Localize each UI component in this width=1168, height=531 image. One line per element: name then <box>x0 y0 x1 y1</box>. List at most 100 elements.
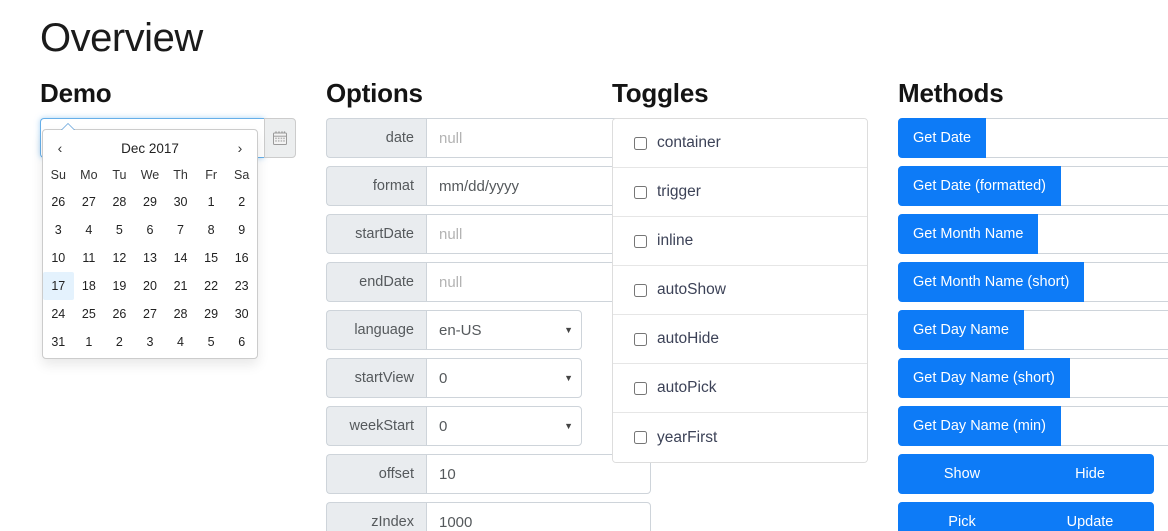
method-button[interactable]: Get Date (formatted) <box>898 166 1061 206</box>
method-output-field[interactable] <box>1023 310 1168 350</box>
datepicker-day[interactable]: 9 <box>226 216 257 244</box>
method-button-hide[interactable]: Hide <box>1026 454 1154 494</box>
toggle-label[interactable]: autoShow <box>657 281 726 299</box>
option-label: zIndex <box>326 502 426 531</box>
method-output-field[interactable] <box>1084 262 1168 302</box>
toggle-item-autoHide[interactable]: autoHide <box>613 315 867 364</box>
datepicker-day[interactable]: 3 <box>135 328 166 356</box>
weekday-header: Sa <box>234 168 250 182</box>
toggle-item-trigger[interactable]: trigger <box>613 168 867 217</box>
toggle-label[interactable]: autoHide <box>657 330 719 348</box>
datepicker-day[interactable]: 15 <box>196 244 227 272</box>
datepicker-day[interactable]: 28 <box>165 300 196 328</box>
datepicker-week-row: 3456789 <box>43 216 257 244</box>
option-label: date <box>326 118 426 158</box>
datepicker-day[interactable]: 3 <box>43 216 74 244</box>
datepicker-day[interactable]: 8 <box>196 216 227 244</box>
datepicker-day[interactable]: 16 <box>226 244 257 272</box>
option-label: weekStart <box>326 406 426 446</box>
weekday-header: Th <box>173 168 188 182</box>
datepicker-day[interactable]: 12 <box>104 244 135 272</box>
datepicker-title[interactable]: Dec 2017 <box>71 141 229 156</box>
next-month-icon[interactable]: › <box>229 140 251 156</box>
datepicker-day[interactable]: 7 <box>165 216 196 244</box>
datepicker-week-row: 26 27 28 29 30 1 2 <box>43 188 257 216</box>
datepicker-day[interactable]: 10 <box>43 244 74 272</box>
datepicker-day[interactable]: 2 <box>104 328 135 356</box>
datepicker-day[interactable]: 26 <box>43 188 74 216</box>
method-button[interactable]: Get Day Name (min) <box>898 406 1061 446</box>
datepicker-day[interactable]: 1 <box>196 188 227 216</box>
toggle-item-autoShow[interactable]: autoShow <box>613 266 867 315</box>
weekday-header: We <box>140 168 160 182</box>
datepicker-day[interactable]: 23 <box>226 272 257 300</box>
calendar-toggle-button[interactable] <box>264 118 296 158</box>
datepicker-day[interactable]: 28 <box>104 188 135 216</box>
datepicker-day-highlighted[interactable]: 17 <box>43 272 74 300</box>
datepicker-day[interactable]: 14 <box>165 244 196 272</box>
datepicker-day[interactable]: 25 <box>74 300 105 328</box>
method-button[interactable]: Get Day Name (short) <box>898 358 1070 398</box>
datepicker-day[interactable]: 18 <box>74 272 105 300</box>
datepicker-day[interactable]: 24 <box>43 300 74 328</box>
method-output-field[interactable] <box>1060 166 1168 206</box>
prev-month-icon[interactable]: ‹ <box>49 140 71 156</box>
toggle-checkbox-yearFirst[interactable] <box>634 431 647 444</box>
datepicker-day[interactable]: 30 <box>165 188 196 216</box>
datepicker-day[interactable]: 13 <box>135 244 166 272</box>
toggle-item-inline[interactable]: inline <box>613 217 867 266</box>
method-output-field[interactable] <box>1069 358 1168 398</box>
datepicker-day[interactable]: 6 <box>135 216 166 244</box>
datepicker-day[interactable]: 1 <box>74 328 105 356</box>
option-select-wrapper: en-US ▼ <box>426 310 582 350</box>
toggle-checkbox-trigger[interactable] <box>634 185 647 199</box>
datepicker-day[interactable]: 27 <box>74 188 105 216</box>
datepicker-day[interactable]: 31 <box>43 328 74 356</box>
method-button[interactable]: Get Month Name (short) <box>898 262 1085 302</box>
datepicker-day[interactable]: 29 <box>135 188 166 216</box>
datepicker-day[interactable]: 21 <box>165 272 196 300</box>
method-button-update[interactable]: Update <box>1026 502 1154 531</box>
datepicker-day[interactable]: 4 <box>74 216 105 244</box>
method-button-show[interactable]: Show <box>898 454 1026 494</box>
datepicker-day[interactable]: 26 <box>104 300 135 328</box>
datepicker-day[interactable]: 4 <box>165 328 196 356</box>
method-button[interactable]: Get Date <box>898 118 987 158</box>
datepicker-day[interactable]: 11 <box>74 244 105 272</box>
method-output-field[interactable] <box>1060 406 1168 446</box>
datepicker-day[interactable]: 19 <box>104 272 135 300</box>
toggle-checkbox-container[interactable] <box>634 136 647 150</box>
method-button[interactable]: Get Month Name <box>898 214 1039 254</box>
toggle-item-yearFirst[interactable]: yearFirst <box>613 413 867 462</box>
toggle-checkbox-inline[interactable] <box>634 234 647 248</box>
method-button-pick[interactable]: Pick <box>898 502 1026 531</box>
datepicker-day[interactable]: 5 <box>104 216 135 244</box>
datepicker-day[interactable]: 6 <box>226 328 257 356</box>
method-output-field[interactable] <box>1038 214 1168 254</box>
datepicker-day[interactable]: 5 <box>196 328 227 356</box>
datepicker-day[interactable]: 29 <box>196 300 227 328</box>
option-select-language[interactable]: en-US <box>426 310 582 350</box>
option-select-weekStart[interactable]: 0 <box>426 406 582 446</box>
toggle-checkbox-autoPick[interactable] <box>634 381 647 395</box>
datepicker-day[interactable]: 27 <box>135 300 166 328</box>
datepicker-day[interactable]: 30 <box>226 300 257 328</box>
datepicker-day[interactable]: 22 <box>196 272 227 300</box>
toggle-item-container[interactable]: container <box>613 119 867 168</box>
toggle-checkbox-autoShow[interactable] <box>634 283 647 297</box>
toggle-label[interactable]: autoPick <box>657 379 716 397</box>
option-select-startView[interactable]: 0 <box>426 358 582 398</box>
toggle-label[interactable]: yearFirst <box>657 429 717 447</box>
toggle-checkbox-autoHide[interactable] <box>634 332 647 346</box>
method-output-field[interactable] <box>986 118 1168 158</box>
toggle-label[interactable]: inline <box>657 232 693 250</box>
method-button[interactable]: Get Day Name <box>898 310 1024 350</box>
datepicker-day[interactable]: 20 <box>135 272 166 300</box>
datepicker-day[interactable]: 2 <box>226 188 257 216</box>
toggle-label[interactable]: trigger <box>657 183 701 201</box>
toggle-item-autoPick[interactable]: autoPick <box>613 364 867 413</box>
toggle-label[interactable]: container <box>657 134 721 152</box>
option-label: startView <box>326 358 426 398</box>
methods-list: Get Date Get Date (formatted) Get Month Na… <box>898 118 1168 531</box>
method-row: Get Date <box>898 118 1168 158</box>
